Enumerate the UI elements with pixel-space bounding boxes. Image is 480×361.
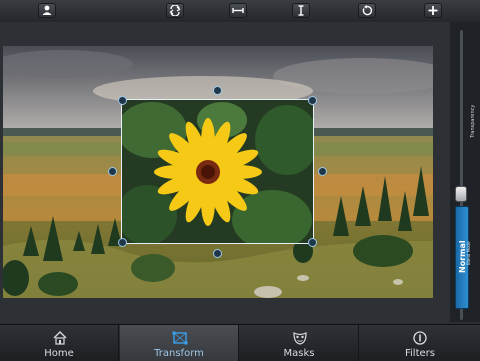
- overlay-image-layer[interactable]: [121, 99, 314, 244]
- rotate-icon: [362, 5, 373, 16]
- stretch-horizontal-icon: [232, 8, 244, 13]
- transparency-slider-knob[interactable]: [455, 186, 467, 202]
- transform-handle-top-center[interactable]: [213, 86, 222, 95]
- person-icon: [42, 5, 52, 15]
- transform-handle-bottom-center[interactable]: [213, 249, 222, 258]
- flip-horizontal-button[interactable]: [166, 3, 184, 18]
- tab-home-label: Home: [44, 348, 74, 359]
- stretch-vertical-button[interactable]: [292, 3, 310, 18]
- flip-horizontal-icon: [169, 5, 181, 16]
- stretch-vertical-icon: [298, 5, 304, 16]
- transform-handle-middle-right[interactable]: [318, 167, 327, 176]
- rotate-button[interactable]: [358, 3, 376, 18]
- blend-mode-caption: Blend Mode: [466, 241, 471, 265]
- tab-masks-label: Masks: [283, 348, 315, 359]
- transparency-label: Transparency: [470, 104, 476, 138]
- add-icon: [428, 6, 438, 15]
- tab-home[interactable]: Home: [0, 325, 119, 361]
- transform-handle-bottom-left[interactable]: [118, 238, 127, 247]
- add-button[interactable]: [424, 3, 442, 18]
- tab-filters-label: Filters: [405, 348, 435, 359]
- tab-transform-label: Transform: [154, 348, 204, 359]
- masks-icon: [293, 332, 307, 345]
- bottom-tab-bar: Home Transform Masks Filters: [0, 324, 480, 361]
- tab-filters[interactable]: Filters: [360, 325, 480, 361]
- transform-icon: [172, 331, 188, 345]
- transform-handle-top-right[interactable]: [308, 96, 317, 105]
- stretch-horizontal-button[interactable]: [229, 3, 247, 18]
- transform-handle-top-left[interactable]: [118, 96, 127, 105]
- flower-image: [122, 100, 313, 243]
- top-toolbar: [0, 0, 480, 23]
- tab-masks[interactable]: Masks: [240, 325, 359, 361]
- transform-handle-bottom-right[interactable]: [308, 238, 317, 247]
- tab-transform[interactable]: Transform: [120, 325, 239, 361]
- transform-handle-middle-left[interactable]: [108, 167, 117, 176]
- blend-mode-button[interactable]: Normal Blend Mode: [455, 206, 471, 309]
- filters-icon: [413, 331, 427, 345]
- person-button[interactable]: [38, 3, 56, 18]
- home-icon: [53, 331, 67, 345]
